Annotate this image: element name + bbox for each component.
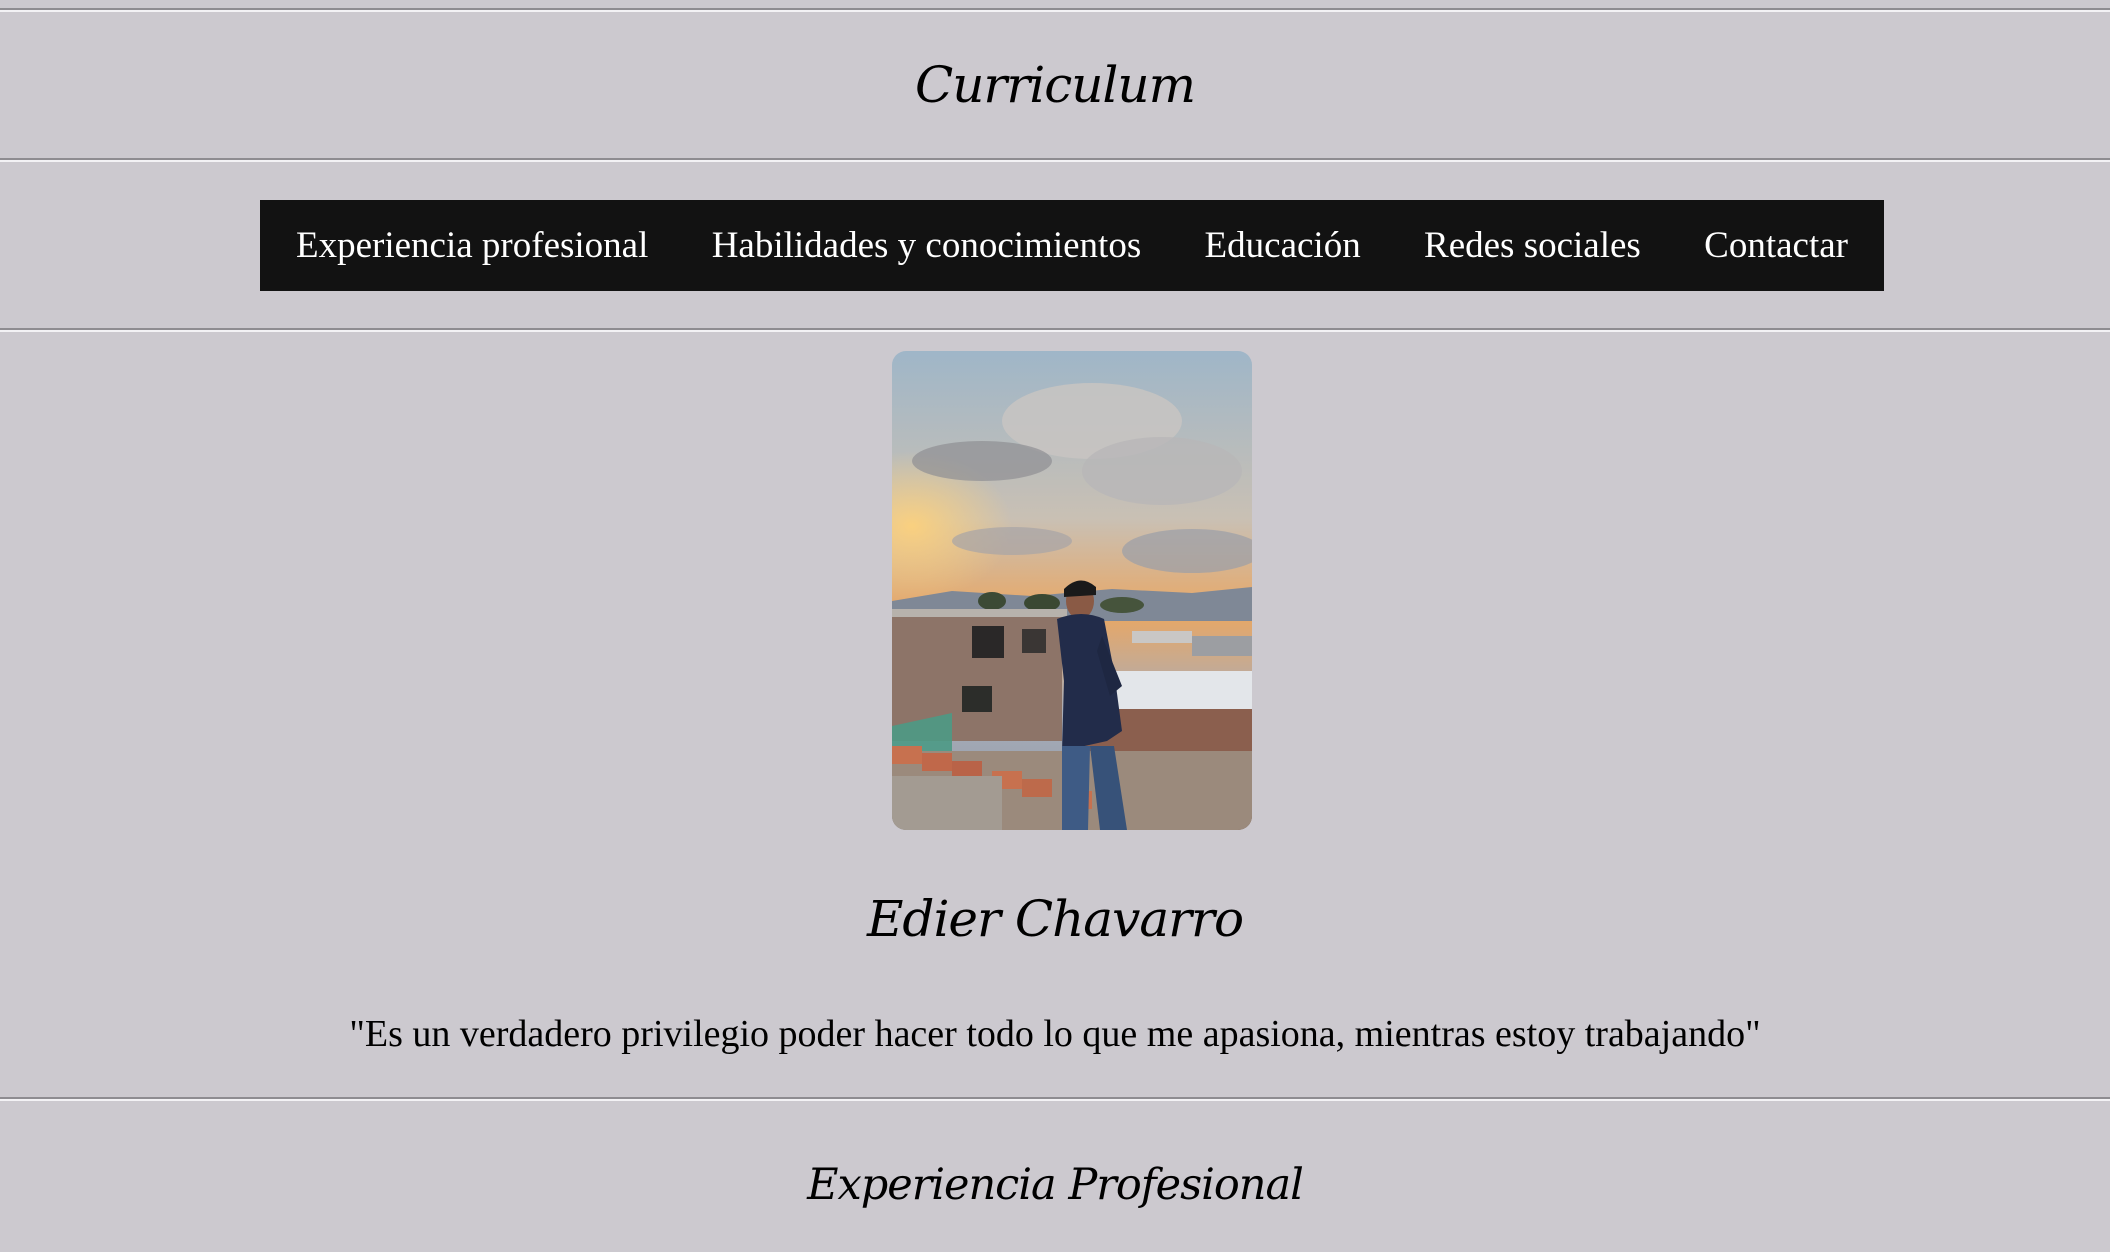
- nav-link-redes-sociales[interactable]: Redes sociales: [1424, 224, 1641, 267]
- nav-link-habilidades[interactable]: Habilidades y conocimientos: [712, 224, 1142, 267]
- profile-name: Edier Chavarro: [866, 890, 1244, 948]
- nav-divider: [0, 328, 2110, 332]
- page-title: Curriculum: [914, 56, 1196, 114]
- experience-section-title: Experiencia Profesional: [807, 1160, 1304, 1210]
- nav-link-experiencia-profesional[interactable]: Experiencia profesional: [296, 224, 648, 267]
- header-divider: [0, 158, 2110, 162]
- section-divider: [0, 1097, 2110, 1101]
- top-divider: [0, 8, 2110, 12]
- nav-link-contactar[interactable]: Contactar: [1704, 224, 1848, 267]
- main-navigation: Experiencia profesional Habilidades y co…: [260, 200, 1884, 291]
- nav-link-educacion[interactable]: Educación: [1205, 224, 1361, 267]
- profile-photo: [892, 351, 1252, 830]
- profile-quote: "Es un verdadero privilegio poder hacer …: [349, 1013, 1761, 1055]
